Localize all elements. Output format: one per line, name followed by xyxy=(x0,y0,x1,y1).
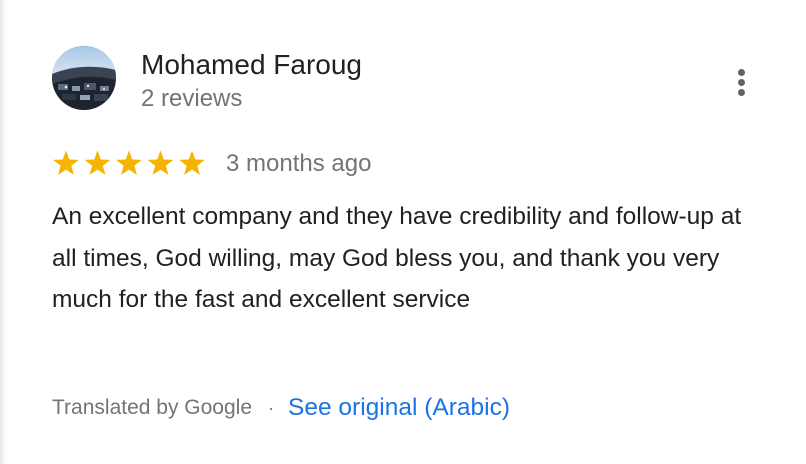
review-time: 3 months ago xyxy=(226,150,372,177)
review-count[interactable]: 2 reviews xyxy=(141,84,242,114)
review-card: Mohamed Faroug 2 reviews 3 months ago An… xyxy=(0,0,806,464)
avatar-image xyxy=(52,46,116,110)
star-icon xyxy=(116,150,142,175)
see-original-link[interactable]: See original (Arabic) xyxy=(288,394,510,422)
review-text: An excellent company and they have credi… xyxy=(52,203,742,313)
avatar[interactable] xyxy=(52,46,116,110)
star-icon xyxy=(179,150,205,175)
star-icon xyxy=(147,150,174,175)
star-icon xyxy=(84,150,111,175)
translation-row: Translated by Google · See original (Ara… xyxy=(52,390,510,426)
star-icon xyxy=(53,150,79,175)
stars-graphic xyxy=(53,150,205,175)
translated-by-label: Translated by Google xyxy=(52,396,253,419)
author-name[interactable]: Mohamed Faroug xyxy=(141,48,362,82)
star-rating xyxy=(52,149,212,179)
separator-dot: · xyxy=(268,397,275,418)
more-options-button[interactable] xyxy=(726,60,758,104)
